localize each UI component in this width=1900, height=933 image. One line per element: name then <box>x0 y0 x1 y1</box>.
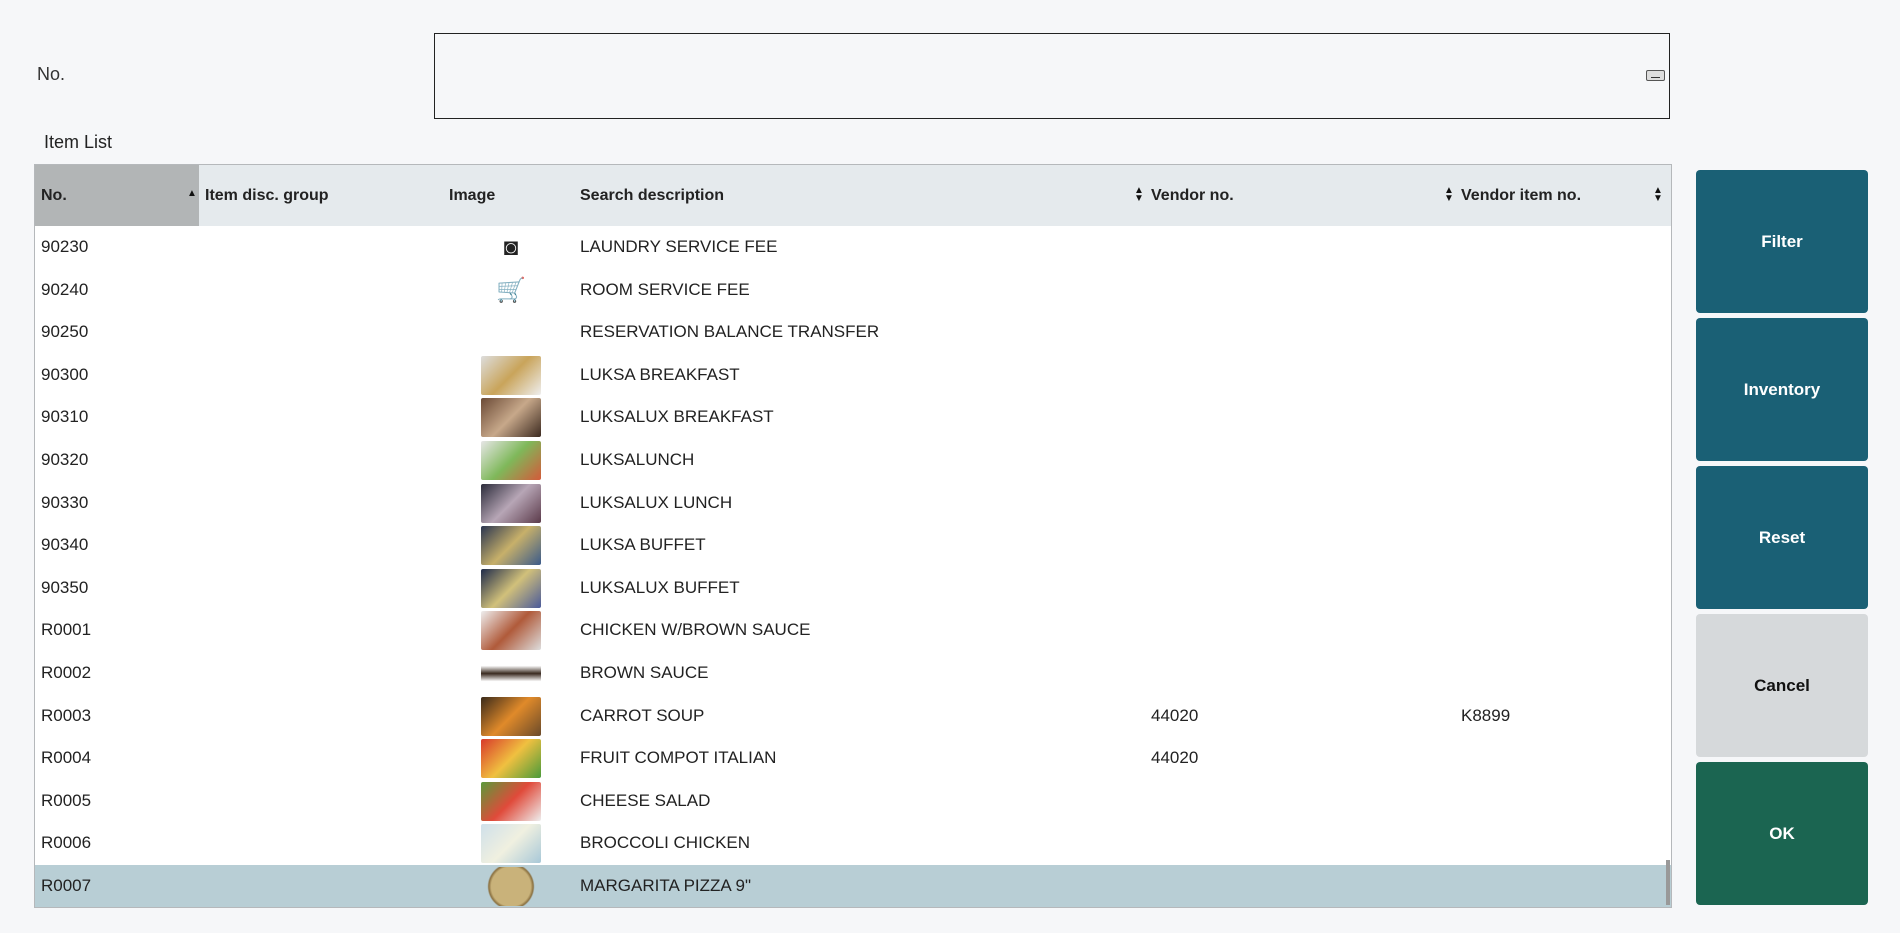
sort-icon[interactable]: ▲ ▼ <box>1444 186 1454 204</box>
cell-no: 90310 <box>41 407 89 427</box>
table-row[interactable]: 90330 LUKSALUX LUNCH <box>35 482 1671 525</box>
laundry-icon: ◙ <box>503 234 519 261</box>
item-image <box>481 483 541 523</box>
cell-search-description: FRUIT COMPOT ITALIAN <box>580 748 777 768</box>
cancel-button[interactable]: Cancel <box>1696 614 1868 757</box>
table-row[interactable]: R0002 BROWN SAUCE <box>35 652 1671 695</box>
no-input[interactable] <box>434 33 1670 119</box>
table-row[interactable]: R0007 MARGARITA PIZZA 9" <box>35 865 1671 907</box>
cell-search-description: MARGARITA PIZZA 9" <box>580 876 752 895</box>
cell-search-description: CARROT SOUP <box>580 705 705 725</box>
item-image <box>481 526 541 566</box>
cell-no: R0004 <box>41 748 92 768</box>
item-image <box>481 654 541 693</box>
table-row[interactable]: 90350 LUKSALUX BUFFET <box>35 567 1671 610</box>
cell-search-description: BROWN SAUCE <box>580 663 709 682</box>
cell-search-description: LAUNDRY SERVICE FEE <box>580 237 778 256</box>
column-header-disc-group[interactable]: Item disc. group <box>205 165 329 226</box>
sort-asc-icon: ▲ <box>187 188 197 199</box>
table-row[interactable]: 90300 LUKSA BREAKFAST <box>35 354 1671 397</box>
cell-vendor-no: 44020 <box>1151 705 1199 725</box>
cell-no: R0005 <box>41 790 92 810</box>
item-image <box>481 355 541 395</box>
cell-search-description: LUKSA BUFFET <box>580 535 706 555</box>
cell-search-description: LUKSALUX LUNCH <box>580 492 733 512</box>
cell-search-description: RESERVATION BALANCE TRANSFER <box>580 322 880 342</box>
keyboard-icon[interactable] <box>1646 70 1665 81</box>
item-image <box>481 824 541 864</box>
ok-button[interactable]: OK <box>1696 762 1868 905</box>
cell-no: 90320 <box>41 450 89 469</box>
cell-search-description: ROOM SERVICE FEE <box>580 279 750 299</box>
column-header-search-description[interactable]: Search description <box>580 165 724 226</box>
cell-no: R0002 <box>41 663 92 682</box>
item-image <box>481 398 541 438</box>
table-row[interactable]: R0004 FRUIT COMPOT ITALIAN 44020 <box>35 737 1671 780</box>
column-header-vendor-item-no[interactable]: Vendor item no. <box>1461 165 1581 226</box>
filter-button[interactable]: Filter <box>1696 170 1868 313</box>
table-row[interactable]: 90250 RESERVATION BALANCE TRANSFER <box>35 311 1671 354</box>
item-list-label: Item List <box>44 132 113 152</box>
table-row[interactable]: 90340 LUKSA BUFFET <box>35 524 1671 567</box>
cell-search-description: CHEESE SALAD <box>580 790 711 810</box>
cell-search-description: BROCCOLI CHICKEN <box>580 833 751 853</box>
cell-search-description: LUKSALUNCH <box>580 450 695 469</box>
item-table: No. ▲ Item disc. group Image Search descr… <box>34 164 1672 908</box>
column-header-image[interactable]: Image <box>449 165 495 226</box>
cell-search-description: CHICKEN W/BROWN SAUCE <box>580 620 811 640</box>
cell-no: R0007 <box>41 876 92 895</box>
cell-no: 90240 <box>41 279 89 299</box>
cell-search-description: LUKSALUX BREAKFAST <box>580 407 774 427</box>
cell-vendor-no: 44020 <box>1151 748 1199 768</box>
table-row[interactable]: 90310 LUKSALUX BREAKFAST <box>35 396 1671 439</box>
cell-no: R0006 <box>41 833 92 853</box>
table-header: No. ▲ Item disc. group Image Search descr… <box>35 165 1671 226</box>
cell-no: 90330 <box>41 492 89 512</box>
column-header-no[interactable]: No. ▲ <box>35 165 199 226</box>
column-label: No. <box>41 187 67 204</box>
item-image <box>481 867 541 906</box>
item-image <box>481 696 541 736</box>
cell-no: 90250 <box>41 322 89 342</box>
item-image <box>481 611 541 651</box>
cell-search-description: LUKSALUX BUFFET <box>580 577 740 597</box>
cell-no: 90350 <box>41 577 89 597</box>
room-service-icon: 🛒 <box>496 276 526 304</box>
reset-button[interactable]: Reset <box>1696 466 1868 609</box>
table-row[interactable]: 90240 ROOM SERVICE FEE 🛒 <box>35 269 1671 312</box>
cell-vendor-item-no: K8899 <box>1461 705 1511 725</box>
item-image <box>481 441 541 480</box>
scrollbar[interactable] <box>1666 860 1670 905</box>
table-row[interactable]: R0001 CHICKEN W/BROWN SAUCE <box>35 609 1671 652</box>
table-row[interactable]: R0005 CHEESE SALAD <box>35 780 1671 823</box>
item-image <box>481 781 541 821</box>
item-image <box>481 739 541 779</box>
table-row[interactable]: 90320 LUKSALUNCH <box>35 439 1671 482</box>
cell-no: R0003 <box>41 705 92 725</box>
cell-no: 90300 <box>41 364 89 384</box>
table-row[interactable]: R0006 BROCCOLI CHICKEN <box>35 822 1671 865</box>
cell-no: 90340 <box>41 535 89 555</box>
table-row[interactable]: R0003 CARROT SOUP 44020 K8899 <box>35 695 1671 738</box>
inventory-button[interactable]: Inventory <box>1696 318 1868 461</box>
cell-no: R0001 <box>41 620 92 640</box>
no-label: No. <box>37 64 66 84</box>
table-row[interactable]: 90230 LAUNDRY SERVICE FEE ◙ <box>35 226 1671 269</box>
item-image <box>481 568 541 608</box>
cell-no: 90230 <box>41 237 89 256</box>
column-header-vendor-no[interactable]: Vendor no. <box>1151 165 1234 226</box>
sort-icon[interactable]: ▲ ▼ <box>1134 186 1144 204</box>
cell-search-description: LUKSA BREAKFAST <box>580 364 740 384</box>
sort-icon[interactable]: ▲ ▼ <box>1653 186 1663 204</box>
